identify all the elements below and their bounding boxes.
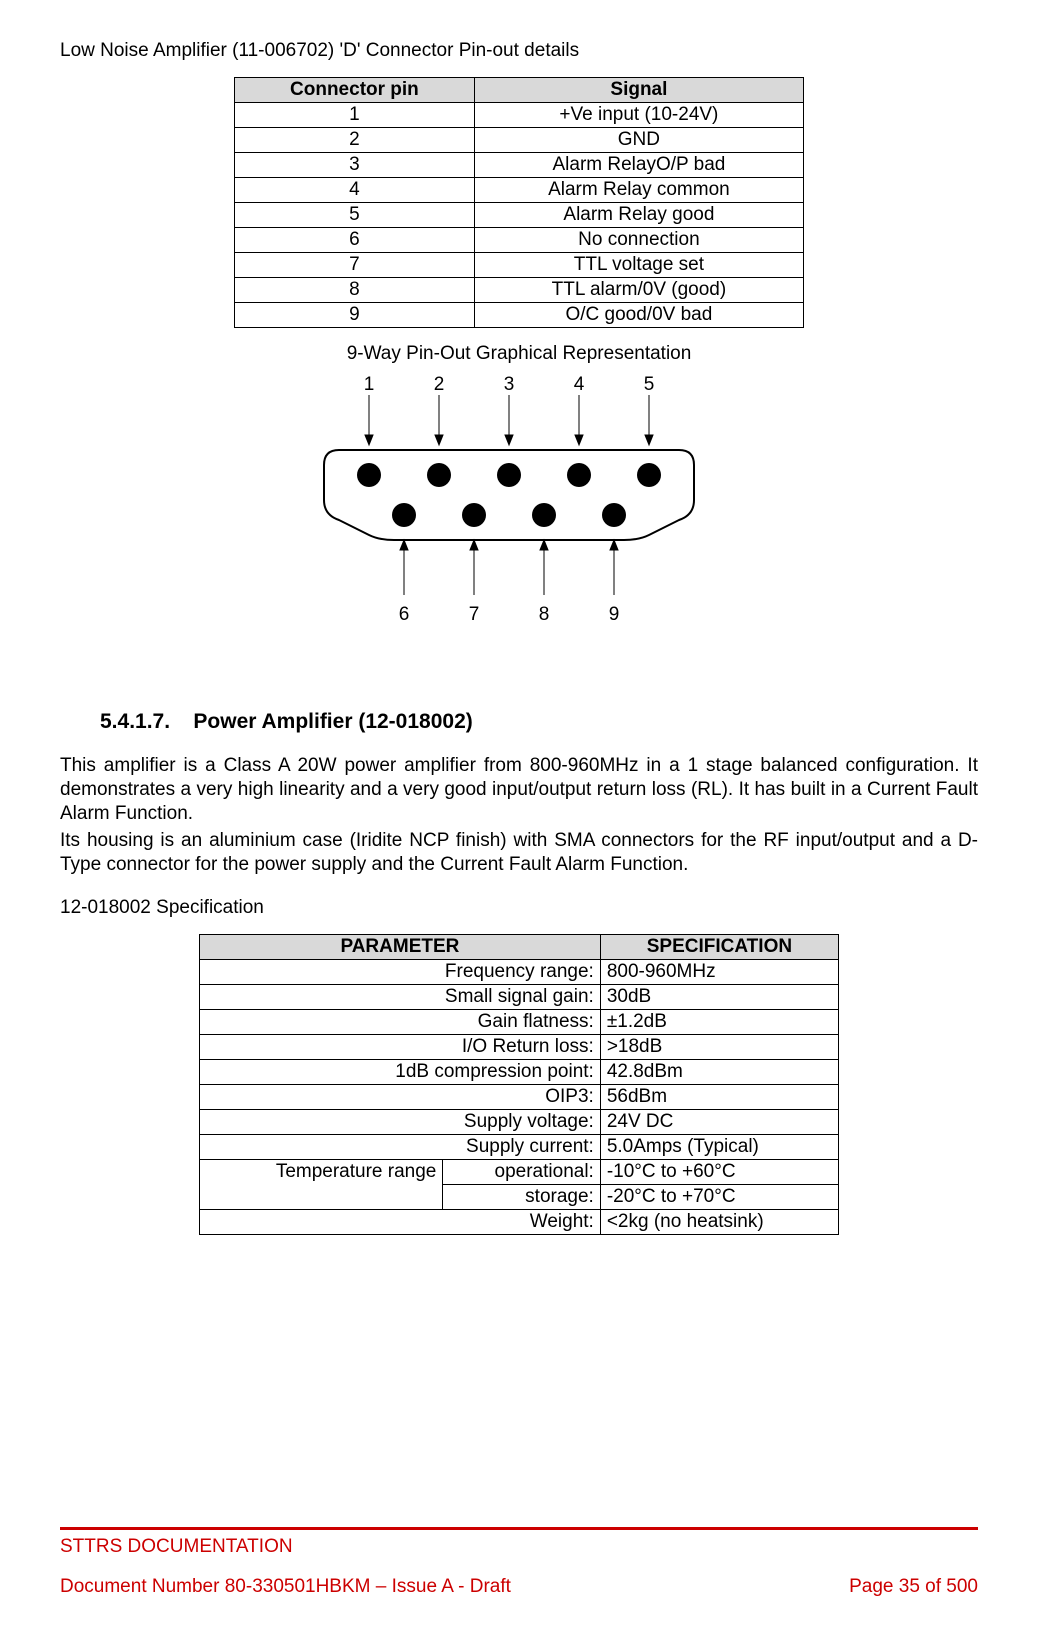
page-footer: STTRS DOCUMENTATION Document Number 80-3… [60,1527,978,1598]
cell-temp-group: Temperature range [200,1159,443,1209]
pinout-table: Connector pin Signal 1+Ve input (10-24V)… [234,77,804,328]
cell-param: Small signal gain: [200,984,601,1009]
cell-pin: 7 [235,253,475,278]
cell-param: Supply voltage: [200,1109,601,1134]
cell-signal: No connection [474,228,803,253]
page-title: Low Noise Amplifier (11-006702) 'D' Conn… [60,40,978,62]
table-row: 7TTL voltage set [235,253,804,278]
cell-param: I/O Return loss: [200,1034,601,1059]
table-row: 8TTL alarm/0V (good) [235,278,804,303]
cell-param: Frequency range: [200,959,601,984]
table-row: Weight:<2kg (no heatsink) [200,1209,839,1234]
cell-signal: Alarm Relay good [474,203,803,228]
cell-val: 5.0Amps (Typical) [600,1134,838,1159]
table-row: 6No connection [235,228,804,253]
table-row: Supply voltage:24V DC [200,1109,839,1134]
pin-label: 3 [504,374,515,395]
cell-signal: TTL alarm/0V (good) [474,278,803,303]
diagram-caption: 9-Way Pin-Out Graphical Representation [60,343,978,365]
col-header-pin: Connector pin [235,78,475,103]
cell-val: 42.8dBm [600,1059,838,1084]
cell-val: 56dBm [600,1084,838,1109]
cell-param: Gain flatness: [200,1009,601,1034]
section-heading: 5.4.1.7. Power Amplifier (12-018002) [100,710,978,734]
cell-param: Weight: [200,1209,601,1234]
footer-page-number: Page 35 of 500 [849,1576,978,1598]
cell-pin: 8 [235,278,475,303]
table-row: Temperature range operational: -10°C to … [200,1159,839,1184]
section-title: Power Amplifier (12-018002) [193,710,472,733]
cell-val: -10°C to +60°C [600,1159,838,1184]
table-row: 1dB compression point:42.8dBm [200,1059,839,1084]
cell-pin: 9 [235,303,475,328]
spec-table: PARAMETER SPECIFICATION Frequency range:… [199,934,839,1235]
cell-val: >18dB [600,1034,838,1059]
cell-signal: Alarm Relay common [474,178,803,203]
table-row: Gain flatness:±1.2dB [200,1009,839,1034]
footer-doc-number: Document Number 80-330501HBKM – Issue A … [60,1576,511,1598]
cell-param: storage: [443,1184,600,1209]
table-row: 3Alarm RelayO/P bad [235,153,804,178]
table-row: Supply current:5.0Amps (Typical) [200,1134,839,1159]
pin-label: 7 [469,604,480,625]
cell-signal: O/C good/0V bad [474,303,803,328]
table-row: Frequency range:800-960MHz [200,959,839,984]
footer-title: STTRS DOCUMENTATION [60,1536,978,1558]
cell-pin: 3 [235,153,475,178]
pin-label: 8 [539,604,550,625]
table-row: OIP3:56dBm [200,1084,839,1109]
cell-val: <2kg (no heatsink) [600,1209,838,1234]
pin-label: 6 [399,604,410,625]
pin-label: 5 [644,374,655,395]
cell-signal: +Ve input (10-24V) [474,103,803,128]
cell-param: Supply current: [200,1134,601,1159]
cell-pin: 4 [235,178,475,203]
table-row: I/O Return loss:>18dB [200,1034,839,1059]
pin-label: 1 [364,374,375,395]
section-number: 5.4.1.7. [100,710,170,733]
col-header-spec: SPECIFICATION [600,934,838,959]
col-header-parameter: PARAMETER [200,934,601,959]
cell-val: 800-960MHz [600,959,838,984]
footer-divider [60,1527,978,1530]
cell-param: operational: [443,1159,600,1184]
cell-param: OIP3: [200,1084,601,1109]
paragraph: This amplifier is a Class A 20W power am… [60,754,978,825]
table-row: 2GND [235,128,804,153]
cell-val: 30dB [600,984,838,1009]
pin-label: 4 [574,374,585,395]
cell-param: 1dB compression point: [200,1059,601,1084]
cell-pin: 1 [235,103,475,128]
paragraph: Its housing is an aluminium case (Iridit… [60,829,978,877]
cell-pin: 5 [235,203,475,228]
table-row: 9O/C good/0V bad [235,303,804,328]
connector-diagram: 1 2 3 4 5 6 7 8 [309,370,729,630]
cell-val: ±1.2dB [600,1009,838,1034]
spec-label: 12-018002 Specification [60,897,978,919]
cell-signal: GND [474,128,803,153]
pin-label: 9 [609,604,620,625]
cell-pin: 2 [235,128,475,153]
cell-val: -20°C to +70°C [600,1184,838,1209]
cell-signal: Alarm RelayO/P bad [474,153,803,178]
table-row: Small signal gain:30dB [200,984,839,1009]
col-header-signal: Signal [474,78,803,103]
pin-label: 2 [434,374,445,395]
table-row: 5Alarm Relay good [235,203,804,228]
table-header-row: Connector pin Signal [235,78,804,103]
table-row: 4Alarm Relay common [235,178,804,203]
cell-pin: 6 [235,228,475,253]
cell-val: 24V DC [600,1109,838,1134]
cell-signal: TTL voltage set [474,253,803,278]
table-row: 1+Ve input (10-24V) [235,103,804,128]
table-header-row: PARAMETER SPECIFICATION [200,934,839,959]
